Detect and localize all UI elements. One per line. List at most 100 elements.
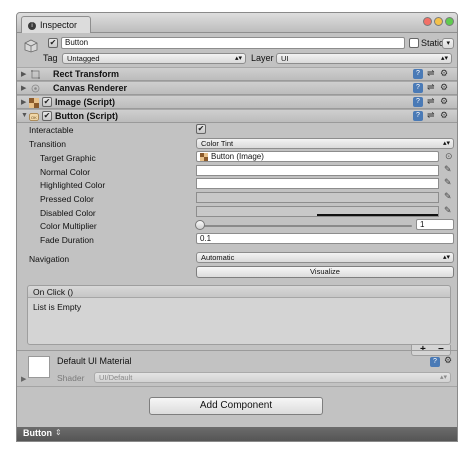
cube-icon [24, 39, 38, 53]
layer-label: Layer [251, 53, 274, 63]
eyedropper-icon[interactable]: ✎ [444, 177, 452, 188]
target-graphic-label: Target Graphic [40, 153, 96, 163]
eyedropper-icon[interactable]: ✎ [444, 191, 452, 202]
component-rect-transform[interactable]: ▶ Rect Transform ? ⇌ ⚙ [17, 67, 457, 81]
eyedropper-icon[interactable]: ✎ [444, 164, 452, 175]
gear-icon[interactable]: ⚙ [440, 82, 448, 93]
color-multiplier-slider-track[interactable] [200, 225, 412, 227]
inspector-window: i Inspector ✔ Button Static ▾ Tag Untagge… [16, 12, 458, 442]
divider [17, 386, 457, 387]
gear-icon[interactable]: ⚙ [440, 110, 448, 121]
target-icon[interactable]: ⊙ [445, 151, 453, 162]
on-click-event-list: On Click () List is Empty [27, 285, 451, 345]
expand-arrow-icon[interactable]: ▶ [21, 98, 26, 106]
add-component-button[interactable]: Add Component [149, 397, 323, 415]
settings-sliders-icon[interactable]: ⇌ [427, 68, 435, 79]
help-icon[interactable]: ? [413, 69, 423, 79]
settings-sliders-icon[interactable]: ⇌ [427, 82, 435, 93]
settings-sliders-icon[interactable]: ⇌ [427, 96, 435, 107]
help-icon[interactable]: ? [430, 357, 440, 367]
visualize-button[interactable]: Visualize [196, 266, 454, 278]
normal-color-swatch[interactable] [196, 165, 439, 176]
pressed-color-label: Pressed Color [40, 194, 94, 204]
close-window-button[interactable] [423, 17, 432, 26]
static-dropdown[interactable]: ▾ [442, 38, 454, 49]
rect-transform-label: Rect Transform [53, 69, 120, 79]
target-graphic-value: Button (Image) [211, 152, 264, 161]
settings-sliders-icon[interactable]: ⇌ [427, 110, 435, 121]
resize-handle-icon[interactable]: ⇕ [55, 428, 62, 437]
expand-arrow-icon[interactable]: ▶ [21, 70, 26, 78]
tag-label: Tag [43, 53, 58, 63]
shader-dropdown[interactable]: UI/Default ▴▾ [94, 372, 451, 383]
normal-color-label: Normal Color [40, 167, 91, 177]
divider [17, 350, 457, 351]
transition-dropdown[interactable]: Color Tint ▴▾ [196, 138, 454, 149]
minimize-window-button[interactable] [434, 17, 443, 26]
navigation-value: Automatic [201, 253, 235, 262]
eyedropper-icon[interactable]: ✎ [444, 205, 452, 216]
transition-label: Transition [29, 139, 67, 149]
highlighted-color-swatch[interactable] [196, 178, 439, 189]
svg-text:OK: OK [31, 115, 37, 120]
component-canvas-renderer[interactable]: ▶ Canvas Renderer ? ⇌ ⚙ [17, 81, 457, 95]
highlighted-color-label: Highlighted Color [40, 180, 106, 190]
canvas-renderer-icon [31, 84, 40, 93]
interactable-checkbox[interactable]: ✔ [196, 124, 206, 134]
disabled-color-label: Disabled Color [40, 208, 96, 218]
tag-dropdown[interactable]: Untagged ▴▾ [62, 53, 246, 64]
collapse-arrow-icon[interactable]: ▼ [21, 112, 28, 119]
component-image-script[interactable]: ▶ ✔ Image (Script) ? ⇌ ⚙ [17, 95, 457, 109]
image-icon [200, 153, 208, 161]
help-icon[interactable]: ? [413, 111, 423, 121]
zoom-window-button[interactable] [445, 17, 454, 26]
image-script-label: Image (Script) [55, 97, 116, 107]
button-enabled-checkbox[interactable]: ✔ [42, 111, 52, 121]
gear-icon[interactable]: ⚙ [440, 68, 448, 79]
gear-icon[interactable]: ⚙ [440, 96, 448, 107]
static-label: Static [421, 38, 444, 48]
gear-icon[interactable]: ⚙ [444, 355, 452, 366]
button-icon: OK [29, 112, 39, 121]
help-icon[interactable]: ? [413, 83, 423, 93]
fade-duration-field[interactable]: 0.1 [196, 233, 454, 244]
alpha-bar [317, 214, 438, 216]
on-click-title: On Click () [33, 287, 74, 297]
disabled-color-swatch[interactable] [196, 206, 439, 217]
object-name-field[interactable]: Button [61, 37, 405, 49]
help-icon[interactable]: ? [413, 97, 423, 107]
navigation-dropdown[interactable]: Automatic ▴▾ [196, 252, 454, 263]
on-click-header: On Click () [28, 286, 450, 298]
image-icon [29, 98, 39, 108]
color-multiplier-slider-handle[interactable] [195, 220, 205, 230]
tag-value: Untagged [67, 54, 100, 63]
expand-arrow-icon[interactable]: ▶ [21, 375, 26, 383]
button-script-label: Button (Script) [55, 111, 118, 121]
footer-label: Button [23, 428, 52, 438]
material-preview[interactable] [28, 356, 50, 378]
image-enabled-checkbox[interactable]: ✔ [42, 97, 52, 107]
material-name: Default UI Material [57, 356, 132, 366]
tab-bar: i Inspector [17, 13, 457, 33]
tab-inspector[interactable]: i Inspector [21, 16, 91, 33]
shader-value: UI/Default [99, 373, 133, 382]
color-multiplier-field[interactable]: 1 [416, 219, 454, 230]
static-checkbox[interactable] [409, 38, 419, 48]
expand-arrow-icon[interactable]: ▶ [21, 84, 26, 92]
transition-value: Color Tint [201, 139, 234, 148]
layer-dropdown[interactable]: UI ▴▾ [276, 53, 452, 64]
list-empty-text: List is Empty [33, 302, 82, 312]
tab-title: Inspector [40, 20, 78, 30]
canvas-renderer-label: Canvas Renderer [53, 83, 128, 93]
pressed-color-swatch[interactable] [196, 192, 439, 203]
active-checkbox[interactable]: ✔ [48, 38, 58, 48]
footer-bar: Button ⇕ [17, 427, 457, 441]
color-multiplier-label: Color Multiplier [40, 221, 97, 231]
layer-value: UI [281, 54, 289, 63]
info-icon: i [28, 21, 36, 30]
fade-duration-label: Fade Duration [40, 235, 94, 245]
rect-transform-icon [31, 70, 40, 79]
target-graphic-field[interactable]: Button (Image) [196, 151, 439, 162]
navigation-label: Navigation [29, 254, 70, 264]
component-button-script[interactable]: ▼ OK ✔ Button (Script) ? ⇌ ⚙ [17, 109, 457, 123]
